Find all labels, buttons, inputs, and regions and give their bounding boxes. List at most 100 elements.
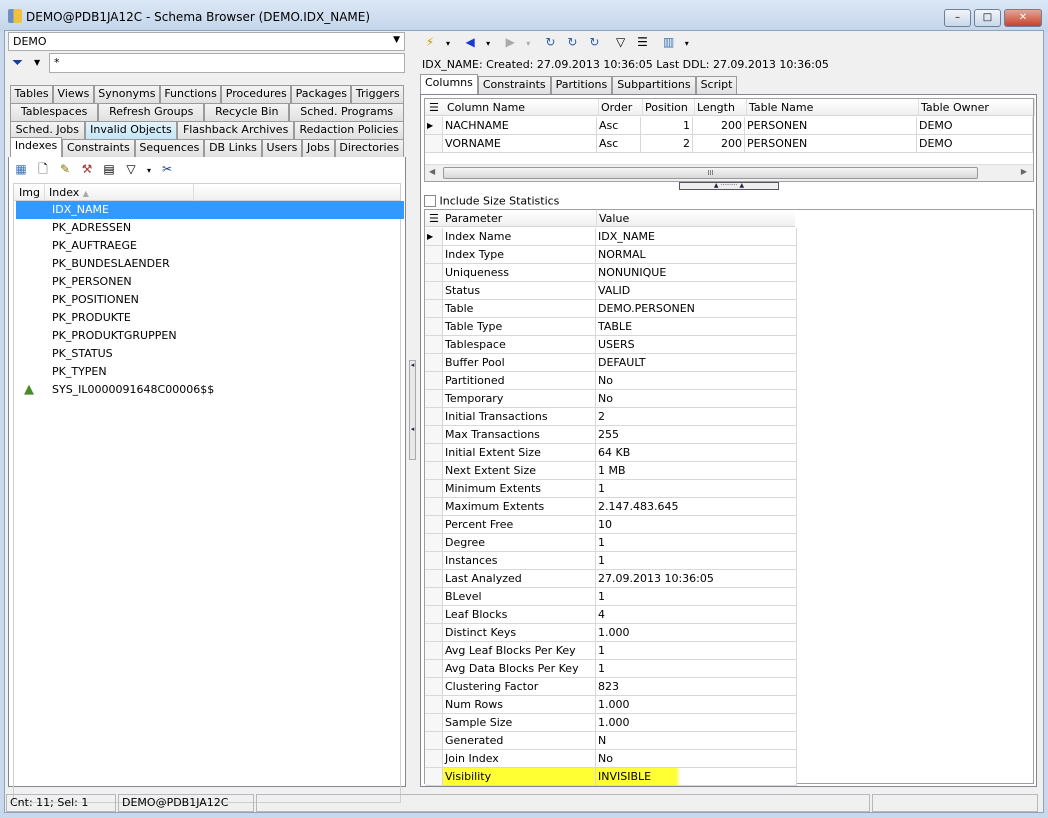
parameter-row[interactable]: ▶ Index Name IDX_NAME [425, 228, 797, 246]
table-row[interactable]: ▶ NACHNAME Asc 1 200 PERSONEN DEMO [425, 117, 1033, 135]
header-parameter[interactable]: Parameter [445, 210, 597, 227]
schema-select[interactable]: DEMO ▼ [8, 32, 405, 51]
parameter-row[interactable]: Distinct Keys 1.000 [425, 624, 797, 642]
parameter-row[interactable]: Generated N [425, 732, 797, 750]
column-header-length[interactable]: Length [695, 99, 747, 116]
forward-dropdown-icon[interactable]: ▾ [524, 36, 532, 52]
parameter-row[interactable]: Avg Leaf Blocks Per Key 1 [425, 642, 797, 660]
tab-script[interactable]: Script [695, 76, 738, 94]
filter-icon[interactable]: ▽ [613, 34, 629, 50]
scroll-left-icon[interactable]: ◀ [429, 167, 435, 176]
parameter-row[interactable]: Buffer Pool DEFAULT [425, 354, 797, 372]
tab-sequences[interactable]: Sequences [134, 139, 205, 157]
close-button[interactable]: ✕ [1004, 9, 1042, 27]
chart-icon[interactable]: ▥ [661, 34, 677, 50]
minimize-button[interactable]: – [944, 9, 971, 27]
header-img[interactable]: Img [19, 184, 40, 201]
tab-users[interactable]: Users [261, 139, 303, 157]
parameter-row[interactable]: Sample Size 1.000 [425, 714, 797, 732]
tab-tables[interactable]: Tables [10, 85, 54, 103]
tab-jobs[interactable]: Jobs [302, 139, 335, 157]
column-header-table-name[interactable]: Table Name [747, 99, 919, 116]
column-header-position[interactable]: Position [643, 99, 695, 116]
parameter-row[interactable]: Minimum Extents 1 [425, 480, 797, 498]
list-item[interactable]: ▲ SYS_IL0000091648C00006$$ [16, 381, 404, 399]
column-header-table-owner[interactable]: Table Owner [919, 99, 1035, 116]
tab-triggers[interactable]: Triggers [351, 85, 405, 103]
parameter-row[interactable]: Degree 1 [425, 534, 797, 552]
chart-dropdown-icon[interactable]: ▾ [683, 36, 691, 52]
parameter-row[interactable]: Partitioned No [425, 372, 797, 390]
parameter-row[interactable]: Table DEMO.PERSONEN [425, 300, 797, 318]
tab-sched-programs[interactable]: Sched. Programs [289, 103, 405, 121]
tab-tablespaces[interactable]: Tablespaces [10, 103, 99, 121]
list-item[interactable]: IDX_NAME [16, 201, 404, 219]
parameter-row[interactable]: Maximum Extents 2.147.483.645 [425, 498, 797, 516]
forward-icon[interactable]: ▶ [502, 34, 518, 50]
tab-procedures[interactable]: Procedures [221, 85, 292, 103]
list-item[interactable]: PK_PRODUKTE [16, 309, 404, 327]
parameter-row[interactable]: Visibility INVISIBLE [425, 768, 797, 786]
filter-dropdown-icon[interactable]: ▾ [145, 163, 153, 179]
back-icon[interactable]: ◀ [462, 34, 478, 50]
parameter-row[interactable]: Leaf Blocks 4 [425, 606, 797, 624]
refresh-all-icon[interactable]: ↻ [586, 34, 602, 50]
refresh-one-icon[interactable]: ↻ [564, 34, 580, 50]
parameter-row[interactable]: Instances 1 [425, 552, 797, 570]
compile-icon[interactable]: ✂ [159, 161, 175, 177]
parameter-row[interactable]: Num Rows 1.000 [425, 696, 797, 714]
tab-invalid-objects[interactable]: Invalid Objects [84, 121, 178, 139]
list-item[interactable]: PK_BUNDESLAENDER [16, 255, 404, 273]
filter-icon[interactable]: ▽ [123, 161, 139, 177]
tab-directories[interactable]: Directories [334, 139, 404, 157]
tab-functions[interactable]: Functions [159, 85, 222, 103]
parameter-row[interactable]: Avg Data Blocks Per Key 1 [425, 660, 797, 678]
tab-recycle-bin[interactable]: Recycle Bin [204, 103, 290, 121]
list-item[interactable]: PK_STATUS [16, 345, 404, 363]
refresh-icon[interactable]: ↻ [542, 34, 558, 50]
list-item[interactable]: PK_PERSONEN [16, 273, 404, 291]
parameter-row[interactable]: Index Type NORMAL [425, 246, 797, 264]
scroll-thumb[interactable]: III [443, 167, 978, 179]
maximize-button[interactable]: □ [974, 9, 1001, 27]
include-size-statistics-checkbox[interactable] [424, 195, 436, 207]
properties-icon[interactable]: ▦ [13, 161, 29, 177]
parameter-row[interactable]: Temporary No [425, 390, 797, 408]
plug-icon[interactable]: ⚡ [422, 34, 438, 50]
column-header-order[interactable]: Order [599, 99, 643, 116]
tab-constraints[interactable]: Constraints [62, 139, 135, 157]
header-value[interactable]: Value [599, 210, 795, 227]
tab-redaction-policies[interactable]: Redaction Policies [293, 121, 404, 139]
parameter-row[interactable]: BLevel 1 [425, 588, 797, 606]
tab-views[interactable]: Views [53, 85, 94, 103]
filter-input[interactable]: * [49, 53, 405, 73]
filter-dropdown-icon[interactable]: ▼ [34, 58, 40, 67]
grid-menu-icon[interactable]: ☰ [429, 99, 439, 116]
list-item[interactable]: PK_PRODUKTGRUPPEN [16, 327, 404, 345]
vertical-splitter[interactable]: ◂ ◂ [409, 360, 416, 460]
scroll-right-icon[interactable]: ▶ [1021, 167, 1027, 176]
parameter-row[interactable]: Status VALID [425, 282, 797, 300]
new-icon[interactable]: 🗋 [35, 161, 51, 177]
column-header-column-name[interactable]: Column Name [445, 99, 599, 116]
parameter-row[interactable]: Uniqueness NONUNIQUE [425, 264, 797, 282]
back-dropdown-icon[interactable]: ▾ [484, 36, 492, 52]
tools-icon[interactable]: ⚒ [79, 161, 95, 177]
edit-icon[interactable]: ✎ [57, 161, 73, 177]
dropdown-icon[interactable]: ▾ [444, 36, 452, 52]
parameter-row[interactable]: Next Extent Size 1 MB [425, 462, 797, 480]
tab-packages[interactable]: Packages [291, 85, 352, 103]
list-item[interactable]: PK_POSITIONEN [16, 291, 404, 309]
tab-indexes[interactable]: Indexes [10, 137, 63, 157]
horizontal-splitter[interactable]: ▲ ········· ▲ [679, 182, 779, 190]
calculator-icon[interactable]: ▤ [101, 161, 117, 177]
include-size-statistics[interactable]: Include Size Statistics [424, 194, 559, 208]
grid-menu-icon[interactable]: ☰ [429, 210, 439, 227]
parameter-row[interactable]: Initial Transactions 2 [425, 408, 797, 426]
header-index[interactable]: Index ▲ [44, 184, 194, 202]
filter-icon[interactable]: ⏷ [12, 55, 23, 71]
horizontal-scrollbar[interactable]: ◀ III ▶ [425, 164, 1033, 181]
parameter-row[interactable]: Last Analyzed 27.09.2013 10:36:05 [425, 570, 797, 588]
parameter-row[interactable]: Table Type TABLE [425, 318, 797, 336]
parameter-row[interactable]: Join Index No [425, 750, 797, 768]
